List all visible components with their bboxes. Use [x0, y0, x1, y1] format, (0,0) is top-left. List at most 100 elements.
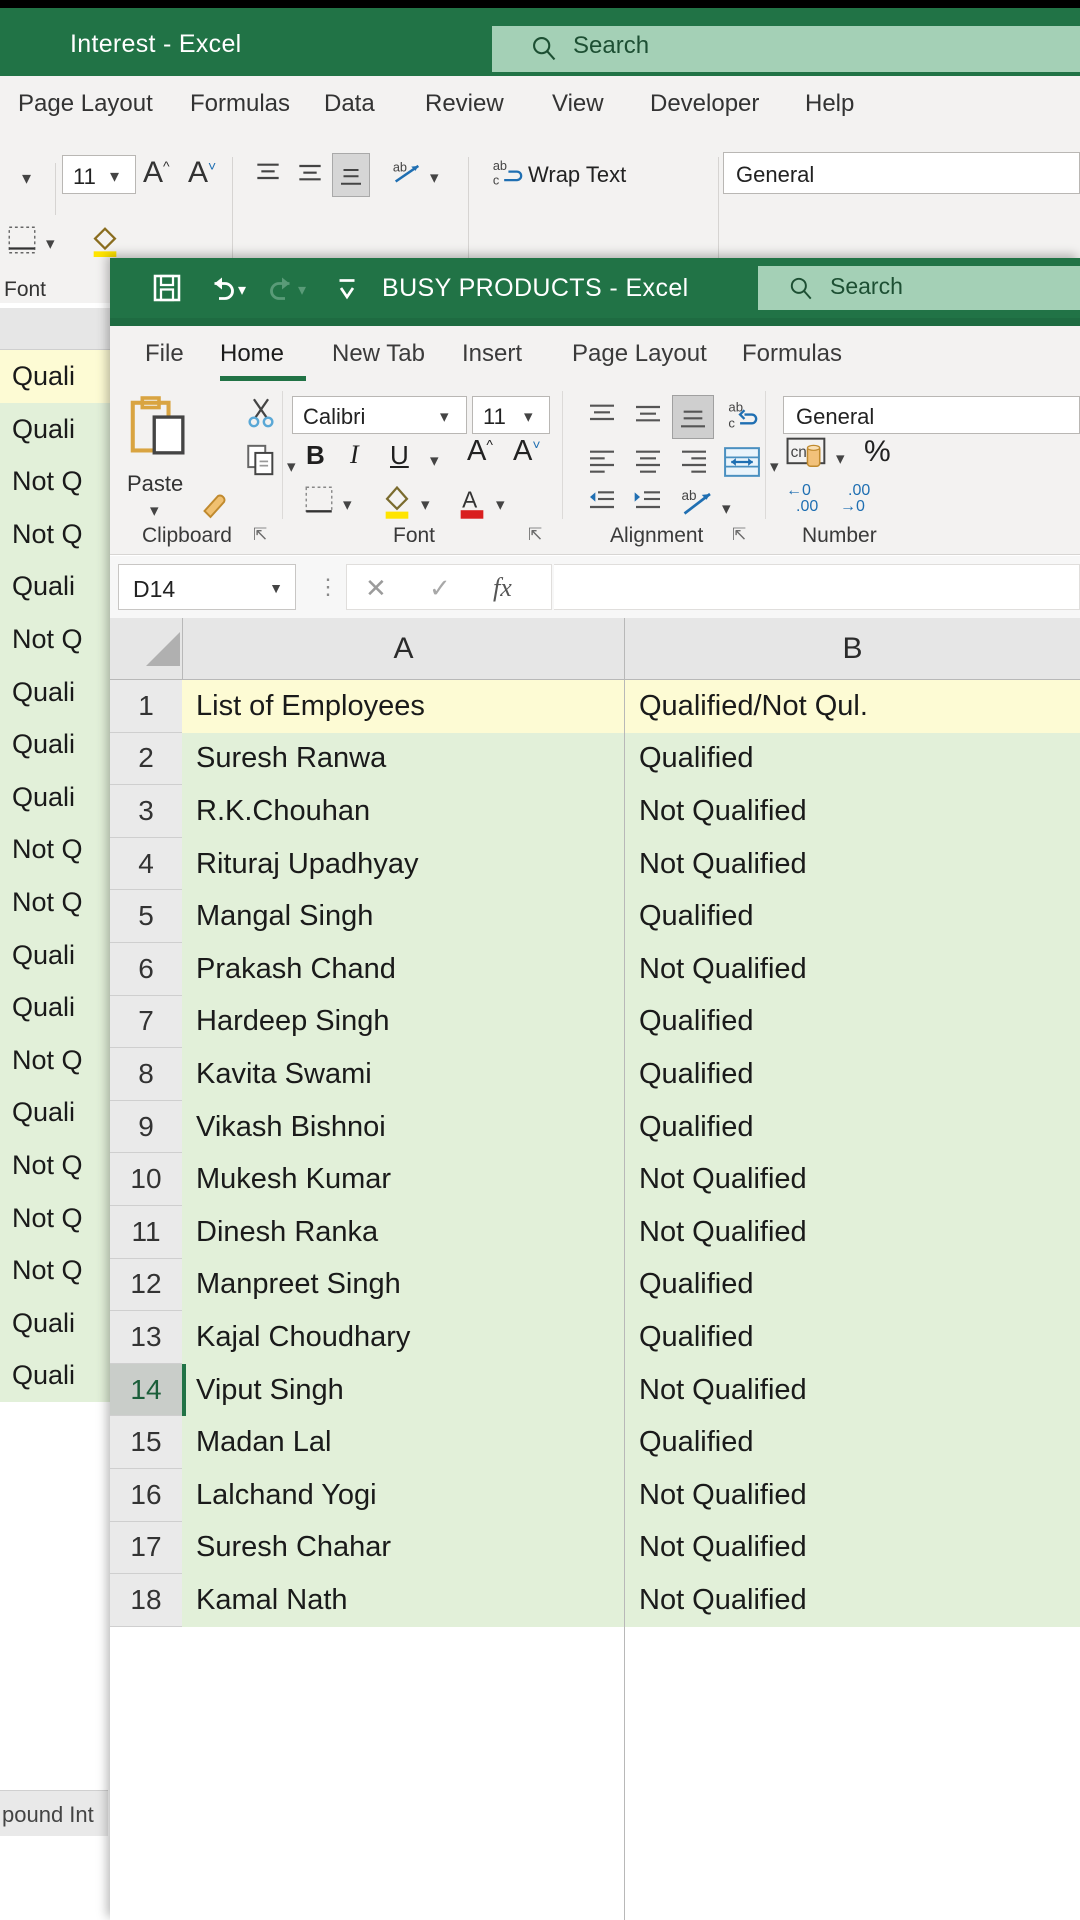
- background-cell[interactable]: Quali: [0, 770, 112, 824]
- cell-a11[interactable]: Dinesh Ranka: [182, 1206, 624, 1259]
- grow-font-icon[interactable]: A^: [467, 435, 493, 468]
- cell-a10[interactable]: Mukesh Kumar: [182, 1153, 624, 1206]
- decrease-indent-icon[interactable]: [584, 487, 620, 519]
- front-ribbon[interactable]: Paste ▾ ▾ Clipboard ⇱ Calibri ▾ 11 ▾ B I…: [110, 383, 1080, 555]
- background-cell[interactable]: Not Q: [0, 1139, 112, 1192]
- cell-a12[interactable]: Manpreet Singh: [182, 1258, 624, 1312]
- wrap-text-icon[interactable]: ab c: [725, 397, 761, 435]
- number-format-input[interactable]: General: [783, 396, 1080, 434]
- cell-b5[interactable]: Qualified: [625, 890, 1080, 943]
- row-header[interactable]: 16: [110, 1469, 182, 1522]
- cell-a7[interactable]: Hardeep Singh: [182, 995, 624, 1049]
- insert-function-icon[interactable]: fx: [493, 573, 512, 603]
- tab-new-tab[interactable]: New Tab: [332, 340, 425, 368]
- cell-b17[interactable]: Not Qualified: [625, 1521, 1080, 1575]
- accounting-caret-icon[interactable]: ▾: [836, 449, 845, 469]
- tab-home[interactable]: Home: [220, 340, 284, 368]
- undo-icon[interactable]: [203, 270, 241, 306]
- font-size-input[interactable]: 11: [472, 396, 550, 434]
- cell-b15[interactable]: Qualified: [625, 1416, 1080, 1469]
- underline-button[interactable]: U: [390, 440, 409, 471]
- shrink-font-icon[interactable]: A˅: [513, 435, 541, 468]
- increase-indent-icon[interactable]: [630, 487, 666, 519]
- row-header[interactable]: 8: [110, 1048, 182, 1101]
- wrap-text-icon[interactable]: abc: [490, 156, 524, 190]
- cancel-icon[interactable]: ✕: [365, 573, 387, 604]
- cell-b18[interactable]: Not Qualified: [625, 1574, 1080, 1627]
- borders-caret-icon[interactable]: ▾: [46, 234, 55, 254]
- row-header[interactable]: 9: [110, 1100, 182, 1154]
- name-box-caret-icon[interactable]: ▼: [269, 580, 283, 596]
- fill-color-icon[interactable]: [380, 481, 414, 521]
- font-size-caret-icon[interactable]: ▾: [524, 407, 533, 427]
- undo-caret-icon[interactable]: ▾: [238, 280, 258, 300]
- column-header-a[interactable]: A: [182, 618, 624, 680]
- cell-a2[interactable]: Suresh Ranwa: [182, 732, 624, 786]
- background-cell[interactable]: Quali: [0, 402, 112, 456]
- align-left-icon[interactable]: [584, 445, 620, 477]
- tab-page-layout[interactable]: Page Layout: [572, 340, 707, 368]
- cell-b10[interactable]: Not Qualified: [625, 1153, 1080, 1206]
- paste-caret-icon[interactable]: ▾: [150, 501, 159, 521]
- tab-view[interactable]: View: [552, 90, 604, 118]
- tab-formulas[interactable]: Formulas: [742, 340, 842, 368]
- row-header[interactable]: 7: [110, 995, 182, 1049]
- cell-b16[interactable]: Not Qualified: [625, 1469, 1080, 1522]
- tab-page-layout[interactable]: Page Layout: [18, 90, 153, 118]
- cell-b4[interactable]: Not Qualified: [625, 837, 1080, 891]
- tab-file[interactable]: File: [145, 340, 184, 368]
- borders-icon[interactable]: [5, 223, 39, 257]
- cell-a16[interactable]: Lalchand Yogi: [182, 1469, 624, 1522]
- cell-a9[interactable]: Vikash Bishnoi: [182, 1100, 624, 1154]
- font-color-caret-icon[interactable]: ▾: [496, 495, 505, 515]
- copy-caret-icon[interactable]: ▾: [287, 457, 296, 477]
- cell-a4[interactable]: Rituraj Upadhyay: [182, 837, 624, 891]
- cell-b9[interactable]: Qualified: [625, 1100, 1080, 1154]
- background-cell[interactable]: Quali: [0, 665, 112, 719]
- tab-formulas[interactable]: Formulas: [190, 90, 290, 118]
- name-box[interactable]: D14 ▼: [118, 564, 296, 610]
- row-header[interactable]: 1: [110, 680, 182, 733]
- background-cell[interactable]: Quali: [0, 350, 112, 403]
- cell-b3[interactable]: Not Qualified: [625, 785, 1080, 838]
- align-top-icon[interactable]: [250, 158, 286, 190]
- background-cell[interactable]: Not Q: [0, 455, 112, 508]
- orientation-caret-icon[interactable]: ▾: [430, 168, 439, 188]
- borders-icon[interactable]: [302, 483, 336, 517]
- cell-b6[interactable]: Not Qualified: [625, 943, 1080, 996]
- row-header[interactable]: 4: [110, 837, 182, 891]
- front-tab-strip[interactable]: File Home New Tab Insert Page Layout For…: [110, 326, 1080, 383]
- align-right-icon[interactable]: [676, 445, 712, 477]
- increase-decimal-icon[interactable]: ←0.00: [786, 483, 818, 515]
- tab-developer[interactable]: Developer: [650, 90, 759, 118]
- underline-caret-icon[interactable]: ▾: [430, 451, 439, 471]
- align-top-icon[interactable]: [584, 399, 620, 431]
- cell-a5[interactable]: Mangal Singh: [182, 890, 624, 943]
- format-painter-icon[interactable]: [196, 487, 234, 523]
- merge-center-caret-icon[interactable]: ▾: [770, 457, 779, 477]
- formula-bar[interactable]: D14 ▼ ⋮ ✕ ✓ fx: [110, 556, 1080, 618]
- background-tab-strip[interactable]: Page Layout Formulas Data Review View De…: [0, 90, 1080, 132]
- select-all-corner-icon[interactable]: [146, 632, 180, 666]
- cell-a18[interactable]: Kamal Nath: [182, 1574, 624, 1627]
- decrease-decimal-icon[interactable]: .00 →0: [840, 483, 870, 515]
- background-font-size-input[interactable]: 11: [62, 155, 136, 194]
- background-cell[interactable]: Quali: [0, 928, 112, 982]
- front-search-box[interactable]: Search: [758, 266, 1080, 310]
- row-header[interactable]: 17: [110, 1521, 182, 1575]
- row-header[interactable]: 15: [110, 1416, 182, 1469]
- grow-font-icon[interactable]: A^: [143, 156, 170, 190]
- background-cell[interactable]: Quali: [0, 1086, 112, 1139]
- clipboard-dialog-launcher-icon[interactable]: ⇱: [253, 525, 267, 545]
- row-header[interactable]: 2: [110, 732, 182, 786]
- tab-data[interactable]: Data: [324, 90, 375, 118]
- cell-a13[interactable]: Kajal Choudhary: [182, 1311, 624, 1364]
- background-cell[interactable]: Quali: [0, 1296, 112, 1350]
- borders-caret-icon[interactable]: ▾: [343, 495, 352, 515]
- orientation-caret-icon[interactable]: ▾: [722, 499, 731, 519]
- tab-help[interactable]: Help: [805, 90, 854, 118]
- bold-button[interactable]: B: [306, 440, 325, 471]
- paste-label[interactable]: Paste: [127, 471, 183, 497]
- redo-caret-icon[interactable]: ▾: [298, 280, 318, 300]
- cell-a15[interactable]: Madan Lal: [182, 1416, 624, 1469]
